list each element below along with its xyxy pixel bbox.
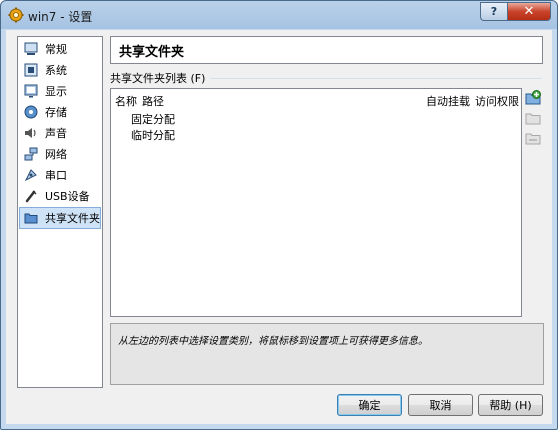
add-folder-icon[interactable] (525, 90, 541, 106)
audio-icon (23, 125, 39, 141)
page-title: 共享文件夹 (119, 45, 185, 60)
settings-window: win7 - 设置 ? ✕ 常规 系统 显示 存储 声音 网络 串口 USB设备… (0, 0, 558, 430)
sidebar-item-general[interactable]: 常规 (20, 39, 100, 59)
sidebar-item-shared-folders[interactable]: 共享文件夹 (19, 207, 101, 229)
network-icon (23, 146, 39, 162)
settings-gear-icon (8, 7, 24, 23)
help-button[interactable]: 帮助 (H) (478, 394, 543, 416)
info-panel: 从左边的列表中选择设置类别，将鼠标移到设置项上可获得更多信息。 (110, 323, 544, 385)
serial-port-icon (23, 167, 39, 183)
sidebar-item-label: USB设备 (45, 190, 90, 203)
display-icon (23, 83, 39, 99)
sidebar-item-label: 系统 (45, 64, 67, 77)
title-bar[interactable]: win7 - 设置 ? ✕ (1, 1, 557, 29)
sidebar-item-label: 共享文件夹 (45, 212, 100, 225)
remove-folder-icon[interactable] (525, 130, 541, 146)
storage-icon (23, 104, 39, 120)
list-item[interactable]: 固定分配 (131, 111, 175, 127)
ok-button[interactable]: 确定 (337, 394, 402, 416)
sidebar-item-label: 串口 (45, 169, 67, 182)
column-header-name[interactable]: 名称 (115, 93, 137, 109)
system-icon (23, 62, 39, 78)
dialog-body: 常规 系统 显示 存储 声音 网络 串口 USB设备 共享文件夹 共享文件夹 共… (6, 30, 552, 424)
group-divider (210, 78, 542, 79)
column-header-path[interactable]: 路径 (142, 93, 164, 109)
close-button[interactable]: ✕ (507, 2, 551, 21)
shared-folders-list-label: 共享文件夹列表 (F) (110, 72, 206, 85)
sidebar-item-label: 显示 (45, 85, 67, 98)
edit-folder-icon[interactable] (525, 110, 541, 126)
shared-folders-table[interactable]: 名称 路径 自动挂载 访问权限 固定分配 临时分配 (110, 88, 522, 317)
column-header-access[interactable]: 访问权限 (475, 93, 519, 109)
sidebar-item-audio[interactable]: 声音 (20, 123, 100, 143)
cancel-button[interactable]: 取消 (408, 394, 473, 416)
sidebar-item-display[interactable]: 显示 (20, 81, 100, 101)
settings-category-list[interactable]: 常规 系统 显示 存储 声音 网络 串口 USB设备 共享文件夹 (17, 36, 103, 388)
help-title-button[interactable]: ? (480, 2, 507, 21)
sidebar-item-network[interactable]: 网络 (20, 144, 100, 164)
sidebar-item-label: 常规 (45, 43, 67, 56)
column-header-auto-mount[interactable]: 自动挂载 (426, 93, 470, 109)
window-title: win7 - 设置 (28, 10, 93, 24)
sidebar-item-label: 声音 (45, 127, 67, 140)
sidebar-item-serial-port[interactable]: 串口 (20, 165, 100, 185)
general-icon (23, 41, 39, 57)
page-title-box: 共享文件夹 (110, 36, 543, 64)
info-text: 从左边的列表中选择设置类别，将鼠标移到设置项上可获得更多信息。 (118, 336, 428, 347)
shared-folder-icon (23, 210, 39, 226)
sidebar-item-system[interactable]: 系统 (20, 60, 100, 80)
sidebar-item-usb[interactable]: USB设备 (20, 186, 100, 206)
sidebar-item-storage[interactable]: 存储 (20, 102, 100, 122)
usb-icon (23, 188, 39, 204)
sidebar-item-label: 网络 (45, 148, 67, 161)
list-item[interactable]: 临时分配 (131, 127, 175, 143)
sidebar-item-label: 存储 (45, 106, 67, 119)
